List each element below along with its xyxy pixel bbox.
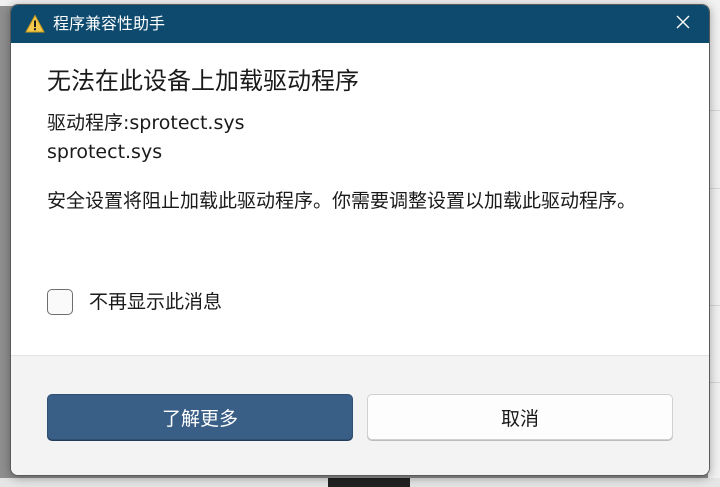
close-button[interactable] bbox=[665, 9, 701, 39]
dialog-content: 无法在此设备上加载驱动程序 驱动程序:sprotect.sys sprotect… bbox=[11, 43, 709, 355]
driver-file-line: sprotect.sys bbox=[47, 141, 163, 163]
warning-icon bbox=[25, 14, 45, 34]
background-dark-region bbox=[328, 478, 410, 487]
learn-more-button[interactable]: 了解更多 bbox=[47, 394, 353, 440]
compatibility-dialog: 程序兼容性助手 无法在此设备上加载驱动程序 驱动程序:sprotect.sys … bbox=[10, 4, 710, 476]
cancel-button[interactable]: 取消 bbox=[367, 394, 673, 440]
dont-show-again-option[interactable]: 不再显示此消息 bbox=[47, 287, 222, 317]
window-title: 程序兼容性助手 bbox=[53, 14, 166, 33]
dialog-heading: 无法在此设备上加载驱动程序 bbox=[47, 67, 359, 95]
close-icon bbox=[675, 14, 691, 34]
dialog-footer: 了解更多 取消 bbox=[11, 355, 709, 475]
dont-show-again-checkbox[interactable] bbox=[47, 289, 73, 315]
title-bar: 程序兼容性助手 bbox=[11, 5, 709, 43]
driver-name-line: 驱动程序:sprotect.sys bbox=[47, 112, 245, 134]
security-message: 安全设置将阻止加载此驱动程序。你需要调整设置以加载此驱动程序。 bbox=[47, 190, 637, 212]
dont-show-again-label[interactable]: 不再显示此消息 bbox=[89, 288, 222, 316]
